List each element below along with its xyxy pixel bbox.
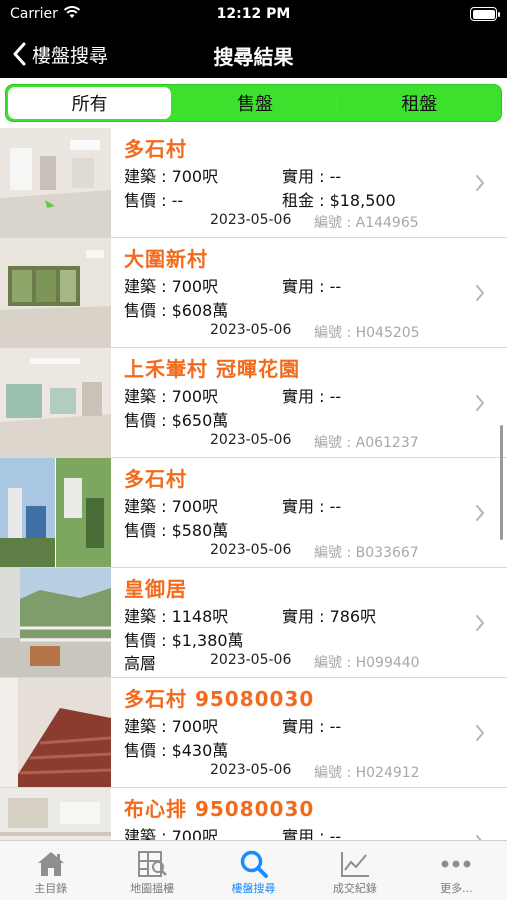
gross-area: 建築 : 700呎 [124,277,219,296]
rent-price: 租金 : $18,500 [282,191,396,210]
listing-row[interactable]: 布心排 95080030 建築 : 700呎 實用 : -- [0,788,507,840]
listing-photo [0,238,111,347]
filter-bar: 所有 售盤 租盤 [0,78,507,128]
tab-label: 地圖搵樓 [130,882,175,895]
tab-label: 主目錄 [34,882,68,895]
chevron-right-icon [476,615,484,631]
segment-rent[interactable]: 租盤 [338,85,501,121]
listing-date: 2023-05-06 [210,322,292,338]
listing-date: 2023-05-06 [210,432,292,448]
listing-name: 皇御居 [124,577,187,601]
net-area: 實用 : -- [282,497,342,516]
tab-home[interactable]: 主目錄 [0,841,101,900]
net-area: 實用 : 786呎 [282,607,377,626]
gross-area: 建築 : 700呎 [124,387,219,406]
listing-photo [0,348,111,457]
results-list[interactable]: 多石村 建築 : 700呎 實用 : -- 售價 : -- 租金 : $18,5… [0,128,507,840]
listing-ref: 編號 : A061237 [314,435,419,451]
listing-photo [0,128,111,237]
listing-date: 2023-05-06 [210,212,292,228]
chevron-right-icon [476,725,484,741]
listing-photo [0,568,111,677]
listing-photo [0,458,111,567]
listing-row[interactable]: 上禾輋村 冠暉花園 建築 : 700呎 實用 : -- 售價 : $650萬 2… [0,348,507,458]
floor-level: 高層 [124,654,157,673]
map-icon [138,851,167,877]
tab-label: 成交紀錄 [332,882,377,895]
gross-area: 建築 : 700呎 [124,717,219,736]
listing-row[interactable]: 皇御居 建築 : 1148呎 實用 : 786呎 售價 : $1,380萬 高層… [0,568,507,678]
chevron-right-icon [476,175,484,191]
listing-name: 多石村 [124,467,187,491]
tab-transactions[interactable]: 成交紀錄 [304,841,405,900]
gross-area: 建築 : 700呎 [124,827,219,840]
listing-ref: 編號 : H099440 [314,655,420,671]
net-area: 實用 : -- [282,827,342,840]
listing-name: 布心排 95080030 [124,797,315,821]
chevron-right-icon [476,285,484,301]
status-bar: Carrier 12:12 PM [0,0,507,30]
listing-date: 2023-05-06 [210,762,292,778]
listing-row[interactable]: 多石村 95080030 建築 : 700呎 實用 : -- 售價 : $430… [0,678,507,788]
tab-map[interactable]: 地圖搵樓 [101,841,202,900]
chart-icon [340,852,369,877]
segment-sale[interactable]: 售盤 [173,85,336,121]
gross-area: 建築 : 1148呎 [124,607,229,626]
sale-price: 售價 : -- [124,191,184,210]
sale-price: 售價 : $580萬 [124,521,229,540]
chevron-right-icon [476,505,484,521]
listing-name: 大圍新村 [124,247,208,271]
clock: 12:12 PM [216,6,291,22]
listing-name: 多石村 95080030 [124,687,315,711]
listing-type-segmented-control: 所有 售盤 租盤 [5,84,502,122]
tab-search[interactable]: 樓盤搜尋 [203,841,304,900]
listing-date: 2023-05-06 [210,652,292,668]
listing-ref: 編號 : A144965 [314,215,419,231]
tab-bar: 主目錄 地圖搵樓 樓盤搜尋 成交紀錄 更多... [0,840,507,900]
navigation-bar: 樓盤搜尋 搜尋結果 [0,30,507,78]
listing-name: 多石村 [124,137,187,161]
listing-row[interactable]: 多石村 建築 : 700呎 實用 : -- 售價 : $580萬 2023-05… [0,458,507,568]
tab-more[interactable]: 更多... [406,841,507,900]
tab-label: 更多... [440,882,473,895]
listing-row[interactable]: 大圍新村 建築 : 700呎 實用 : -- 售價 : $608萬 2023-0… [0,238,507,348]
tab-label: 樓盤搜尋 [231,882,276,895]
sale-price: 售價 : $650萬 [124,411,229,430]
listing-ref: 編號 : B033667 [314,545,419,561]
net-area: 實用 : -- [282,387,342,406]
search-icon [240,850,268,878]
listing-date: 2023-05-06 [210,542,292,558]
home-icon [37,852,64,876]
sale-price: 售價 : $1,380萬 [124,631,244,650]
sale-price: 售價 : $430萬 [124,741,229,760]
listing-ref: 編號 : H045205 [314,325,420,341]
more-icon [441,860,471,868]
listing-ref: 編號 : H024912 [314,765,420,781]
net-area: 實用 : -- [282,717,342,736]
battery-icon [470,7,500,21]
net-area: 實用 : -- [282,167,342,186]
segment-all[interactable]: 所有 [8,87,172,119]
page-title: 搜尋結果 [213,45,294,69]
listing-photo [0,678,111,787]
gross-area: 建築 : 700呎 [124,497,219,516]
gross-area: 建築 : 700呎 [124,167,219,186]
listing-name: 上禾輋村 冠暉花園 [124,357,300,381]
listing-photo [0,788,111,840]
listing-row[interactable]: 多石村 建築 : 700呎 實用 : -- 售價 : -- 租金 : $18,5… [0,128,507,238]
chevron-right-icon [476,395,484,411]
sale-price: 售價 : $608萬 [124,301,229,320]
net-area: 實用 : -- [282,277,342,296]
scroll-indicator[interactable] [500,425,503,540]
